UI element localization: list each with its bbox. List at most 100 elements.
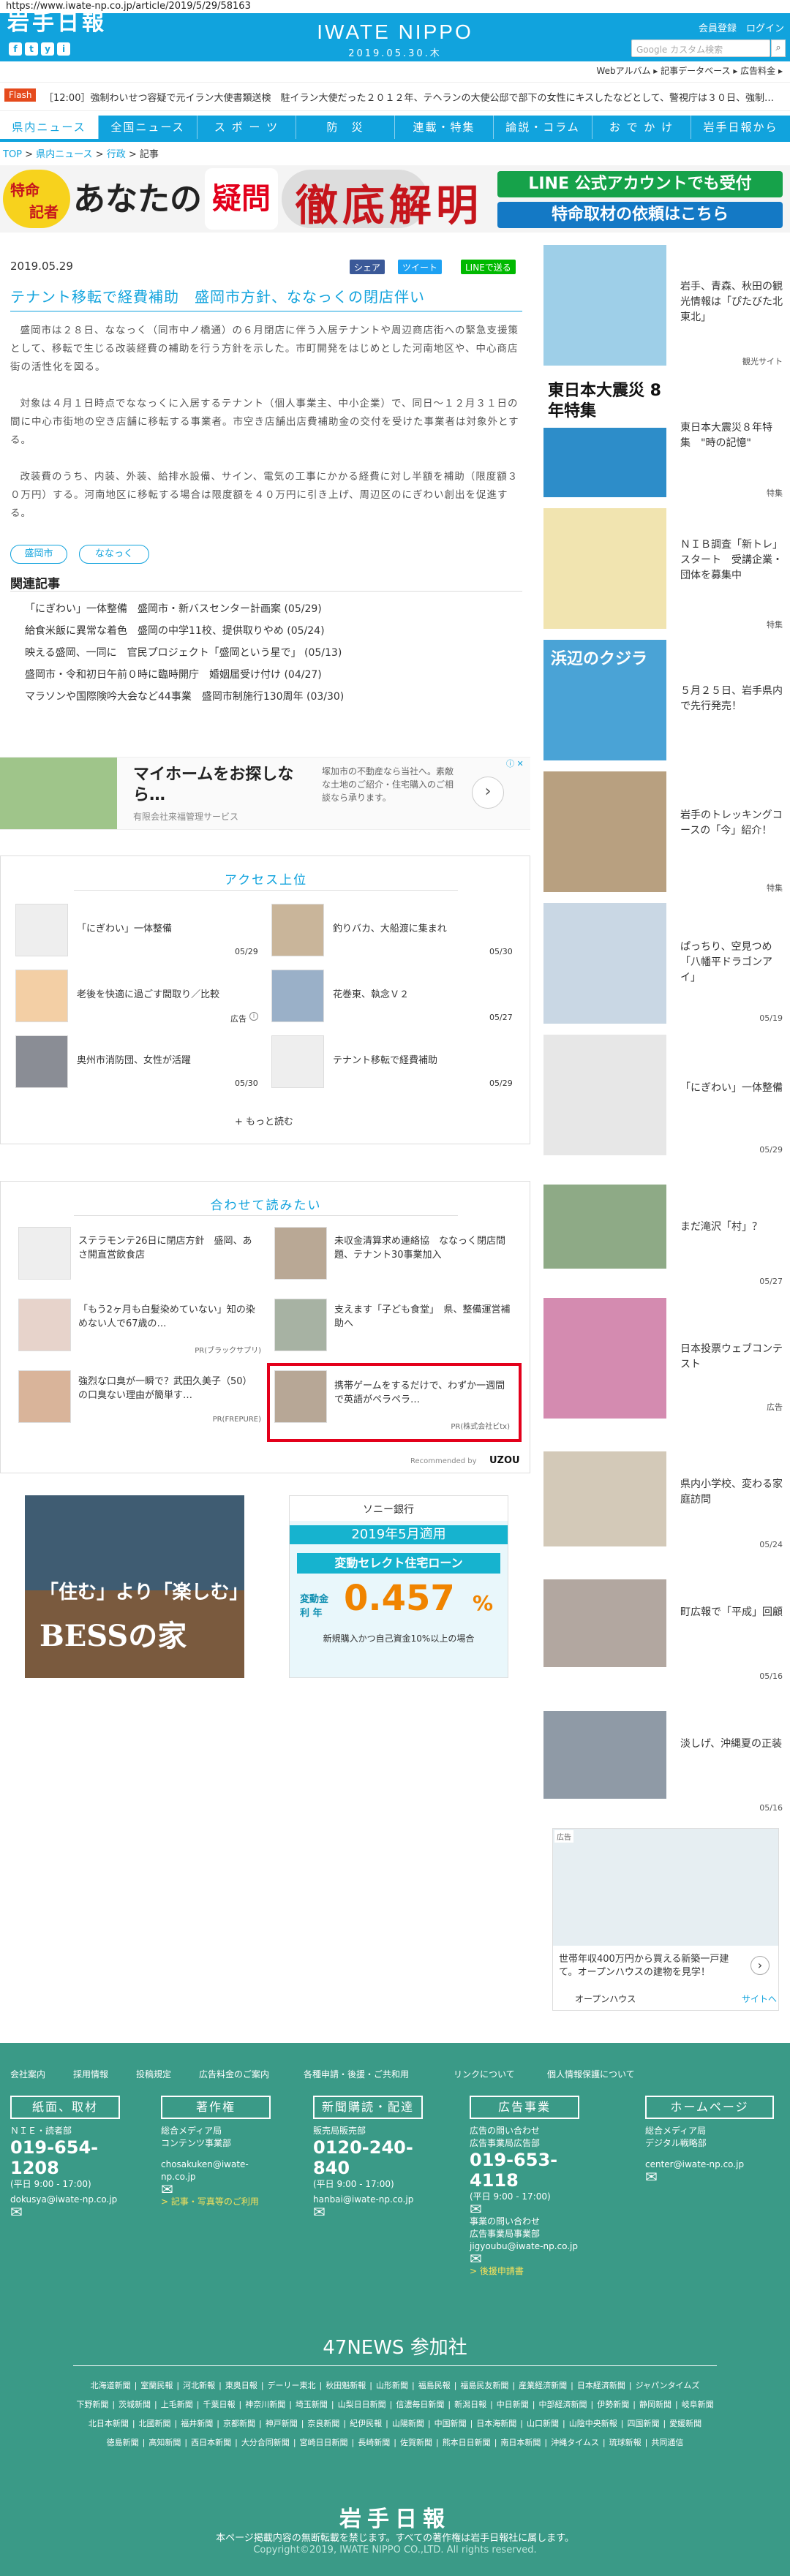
news47-link[interactable]: 下野新聞 (76, 2400, 108, 2409)
recommend-item[interactable]: 携帯ゲームをするだけで、わずか一週間で英語がペラペラ… (334, 1379, 510, 1407)
news47-link[interactable]: 奈良新聞 (307, 2419, 339, 2428)
news47-link[interactable]: 熊本日日新聞 (443, 2438, 491, 2447)
recommend-thumb[interactable] (274, 1227, 327, 1280)
related-link[interactable]: マラソンや国際険吟大会など44事業 盛岡市制施行130周年 (03/30) (25, 689, 344, 703)
chevron-right-icon[interactable]: › (750, 1956, 770, 1975)
sidebar-item[interactable]: ぱっちり、空見つめ 「八幡平ドラゴンアイ」 (680, 940, 783, 986)
news47-link[interactable]: 中日新聞 (497, 2400, 529, 2409)
sidebar-item[interactable]: 東日本大震災８年特集 "時の記憶" (680, 420, 783, 451)
news47-link[interactable]: 北日本新聞 (89, 2419, 129, 2428)
openhouse-ad[interactable]: 広告 世帯年収400万円から買える新築一戸建て。オープンハウスの建物を見学！ ›… (552, 1828, 779, 2011)
news47-link[interactable]: 長崎新聞 (358, 2438, 390, 2447)
special-banner[interactable]: 特命 記者 あなたの 疑問 徹底解明 LINE 公式アカウントでも受付 特命取材… (0, 165, 790, 233)
ranking-item[interactable]: テナント移転で経費補助 (333, 1052, 437, 1066)
news47-link[interactable]: 山口新聞 (527, 2419, 559, 2428)
news47-link[interactable]: 岐阜新聞 (682, 2400, 714, 2409)
ranking-thumb[interactable] (15, 1035, 68, 1088)
login-link[interactable]: ログイン (746, 20, 784, 34)
news47-link[interactable]: 埼玉新聞 (296, 2400, 328, 2409)
sidebar-item[interactable]: 日本投票ウェブコンテスト (680, 1342, 783, 1372)
news47-link[interactable]: 日本経済新聞 (577, 2381, 625, 2390)
email-link[interactable]: chosakuken@iwate-np.co.jp (161, 2158, 271, 2183)
nav-item-from-nippo[interactable]: 岩手日報から (691, 116, 790, 139)
ranking-item[interactable]: 釣りバカ、大船渡に集まれ (333, 921, 447, 934)
nav-item-national[interactable]: 全国ニュース (99, 116, 198, 139)
tag-morioka[interactable]: 盛岡市 (10, 545, 67, 564)
ranking-thumb[interactable] (15, 904, 68, 956)
sidebar-item[interactable]: 岩手のトレッキングコースの「今」紹介！ (680, 808, 783, 839)
chevron-right-icon[interactable]: › (472, 777, 504, 809)
mail-icon[interactable]: ✉ (10, 2205, 120, 2219)
related-link[interactable]: 盛岡市・令和初日午前０時に臨時開庁 婚姻届受け付け (04/27) (25, 667, 322, 681)
sidebar-item[interactable]: 「にぎわい」一体整備 (680, 1081, 783, 1096)
twitter-icon[interactable]: t (25, 42, 38, 56)
related-link[interactable]: 「にぎわい」一体整備 盛岡市・新バスセンター計画案 (05/29) (25, 601, 322, 616)
email-link[interactable]: hanbai@iwate-np.co.jp (313, 2194, 423, 2206)
news47-link[interactable]: 千葉日報 (203, 2400, 235, 2409)
news47-link[interactable]: 福島民友新聞 (460, 2381, 508, 2390)
sidebar-item[interactable]: 淡しげ、沖縄夏の正装 (680, 1737, 783, 1752)
nav-item-disaster[interactable]: 防 災 (296, 116, 395, 139)
breadcrumb-local[interactable]: 県内ニュース (36, 149, 92, 160)
ranking-item[interactable]: 奥州市消防団、女性が活躍 (77, 1052, 191, 1066)
email-link[interactable]: center@iwate-np.co.jp (645, 2158, 774, 2171)
news47-link[interactable]: 中国新聞 (434, 2419, 467, 2428)
news47-link[interactable]: 高知新聞 (148, 2438, 181, 2447)
news47-link[interactable]: 茨城新聞 (118, 2400, 151, 2409)
recommend-thumb[interactable] (18, 1227, 71, 1280)
breadcrumb-top[interactable]: TOP (3, 149, 22, 160)
sidebar-thumb[interactable]: 浜辺のクジラ (543, 640, 666, 760)
news47-link[interactable]: 南日本新聞 (500, 2438, 541, 2447)
news47-link[interactable]: 山陽新聞 (392, 2419, 424, 2428)
news47-link[interactable]: 四国新聞 (627, 2419, 659, 2428)
email-link[interactable]: dokusya@iwate-np.co.jp (10, 2194, 120, 2206)
news47-link[interactable]: 中部経済新聞 (539, 2400, 587, 2409)
recommend-item[interactable]: 支えます「子ども食堂」 県、整備運営補助へ (334, 1303, 517, 1331)
phone-number[interactable]: 0120-240-840 (313, 2137, 423, 2178)
news47-link[interactable]: デーリー東北 (268, 2381, 316, 2390)
recommend-item[interactable]: 強烈な口臭が一瞬で？武田久美子（50）の口臭ない理由が簡単す… (78, 1375, 261, 1402)
nav-item-editorial[interactable]: 論説・コラム (494, 116, 592, 139)
ad-site-link[interactable]: サイトへ (742, 1993, 777, 2005)
news47-link[interactable]: 上毛新聞 (161, 2400, 193, 2409)
news47-link[interactable]: 北海道新聞 (91, 2381, 131, 2390)
news47-link[interactable]: 宮崎日日新聞 (300, 2438, 348, 2447)
ad-banner[interactable]: マイホームをお探しなら… 有限会社来福管理サービス 塚加市の不動産なら当社へ。素… (0, 757, 530, 830)
news47-link[interactable]: 山形新聞 (376, 2381, 408, 2390)
sidebar-thumb[interactable] (543, 1579, 666, 1667)
email-link[interactable]: jigyoubu@iwate-np.co.jp (470, 2240, 579, 2253)
mail-icon[interactable]: ✉ (470, 2251, 579, 2266)
footer-link[interactable]: 個人情報保護について (547, 2068, 635, 2080)
sidebar-thumb[interactable] (543, 771, 666, 892)
nav-item-sports[interactable]: ス ポ ー ツ (198, 116, 296, 139)
news47-link[interactable]: 日本海新聞 (476, 2419, 516, 2428)
news47-link[interactable]: 福井新聞 (181, 2419, 213, 2428)
news47-link[interactable]: 静岡新聞 (639, 2400, 672, 2409)
recommend-item[interactable]: 「もう2ヶ月も白髪染めていない」知の染めない人で67歳の… (78, 1303, 261, 1331)
sidebar-item[interactable]: 町広報で「平成」回顧 (680, 1605, 783, 1620)
facebook-share-button[interactable]: シェア (350, 260, 385, 274)
footer-link[interactable]: リンクについて (454, 2068, 515, 2080)
instagram-icon[interactable]: i (57, 42, 70, 56)
news47-link[interactable]: 室蘭民報 (140, 2381, 173, 2390)
news47-link[interactable]: 京都新聞 (223, 2419, 255, 2428)
news47-link[interactable]: 伊勢新聞 (597, 2400, 629, 2409)
sponsor-link[interactable]: > 後援申請書 (470, 2265, 579, 2278)
facebook-icon[interactable]: f (9, 42, 22, 56)
recommend-thumb[interactable] (18, 1299, 71, 1351)
magnifier-icon[interactable]: ⌕ (771, 39, 786, 57)
news47-link[interactable]: 河北新報 (183, 2381, 215, 2390)
sidebar-thumb[interactable] (543, 1711, 666, 1799)
news47-link[interactable]: 福島民報 (418, 2381, 451, 2390)
sidebar-thumb[interactable] (543, 245, 666, 366)
footer-link[interactable]: 広告料金のご案内 (199, 2068, 269, 2080)
news47-link[interactable]: 愛媛新聞 (669, 2419, 701, 2428)
sidebar-item[interactable]: ＮＩＢ調査「新トレ」スタート 受講企業・団体を募集中 (680, 537, 783, 583)
info-icon[interactable]: i (249, 1012, 258, 1021)
bess-ad[interactable]: 「住む」より「楽しむ」 BESSの家 (25, 1495, 248, 1678)
ranking-item[interactable]: 「にぎわい」一体整備 (77, 921, 172, 934)
mail-icon[interactable]: ✉ (470, 2202, 579, 2216)
sony-bank-ad[interactable]: ソニー銀行 2019年5月適用 変動セレクト住宅ローン 変動金利 年 0.457… (289, 1495, 508, 1678)
news47-link[interactable]: 神戸新聞 (266, 2419, 298, 2428)
nav-item-local[interactable]: 県内ニュース (0, 116, 99, 139)
